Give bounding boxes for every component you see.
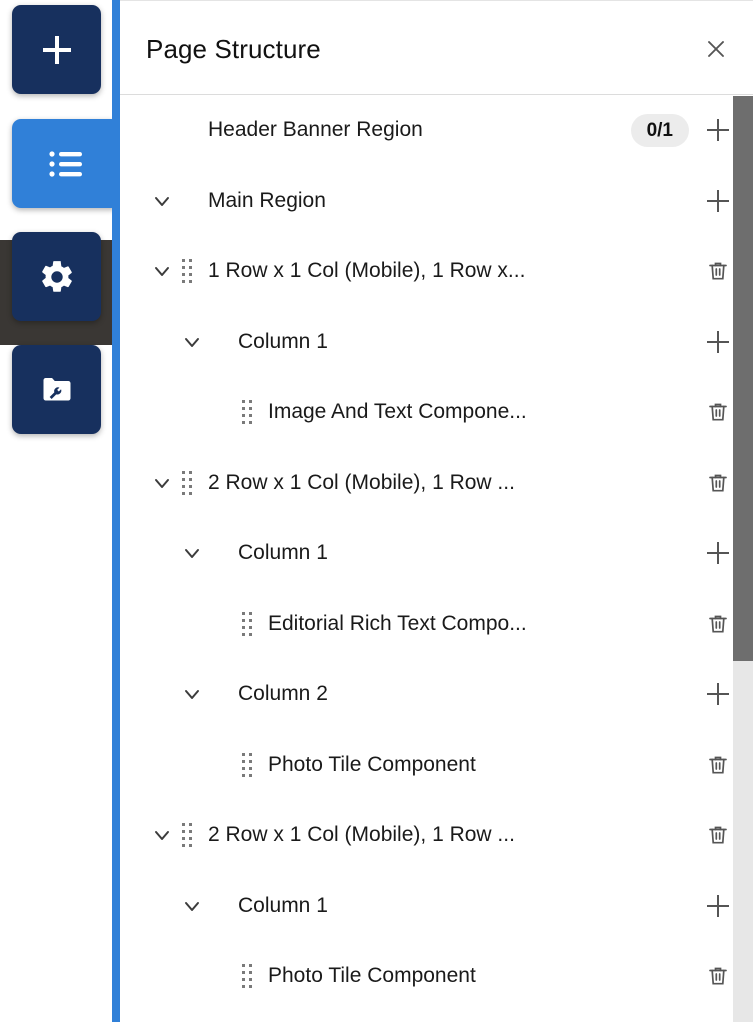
rail-divider bbox=[112, 0, 120, 1022]
tree-row-label: Column 2 bbox=[238, 682, 328, 706]
page-title: Page Structure bbox=[146, 34, 321, 64]
panel-scrollbar-track[interactable] bbox=[733, 96, 753, 1022]
page-structure-panel: Page Structure Header Banner Region 0/1 Ma… bbox=[120, 0, 753, 1022]
add-child-button[interactable] bbox=[701, 325, 735, 359]
tree-row[interactable]: 2 Row x 1 Col (Mobile), 1 Row ... bbox=[120, 800, 753, 871]
tree-row-label: 2 Row x 1 Col (Mobile), 1 Row ... bbox=[208, 470, 515, 494]
close-button[interactable] bbox=[702, 37, 730, 65]
add-child-button[interactable] bbox=[701, 889, 735, 923]
tree-row[interactable]: Main Region bbox=[120, 166, 753, 237]
chevron-down-icon[interactable] bbox=[148, 821, 176, 849]
add-child-button[interactable] bbox=[701, 677, 735, 711]
delete-button[interactable] bbox=[701, 466, 735, 500]
close-icon bbox=[704, 37, 728, 66]
status-badge: 0/1 bbox=[630, 113, 689, 147]
panel-header: Page Structure bbox=[120, 1, 753, 95]
add-button[interactable] bbox=[12, 5, 101, 94]
chevron-down-icon[interactable] bbox=[178, 539, 206, 567]
tree-row-label: Column 1 bbox=[238, 329, 328, 353]
add-child-button[interactable] bbox=[701, 113, 735, 147]
drag-handle-icon[interactable] bbox=[176, 821, 198, 849]
tree-row[interactable]: Column 1 bbox=[120, 871, 753, 942]
delete-button[interactable] bbox=[701, 607, 735, 641]
tree-row-label: Editorial Rich Text Compo... bbox=[268, 611, 527, 635]
tree-row-label: 2 Row x 1 Col (Mobile), 1 Row ... bbox=[208, 823, 515, 847]
chevron-down-icon[interactable] bbox=[148, 257, 176, 285]
tree-row[interactable]: 1 Row x 1 Col (Mobile), 1 Row x... bbox=[120, 236, 753, 307]
chevron-down-icon[interactable] bbox=[148, 469, 176, 497]
tree-row[interactable]: Header Banner Region 0/1 bbox=[120, 95, 753, 166]
delete-button[interactable] bbox=[701, 395, 735, 429]
left-toolbar-rail bbox=[0, 0, 120, 1022]
chevron-down-icon[interactable] bbox=[148, 187, 176, 215]
drag-handle-icon[interactable] bbox=[236, 398, 258, 426]
tree-row-label: Image And Text Compone... bbox=[268, 400, 527, 424]
delete-button[interactable] bbox=[701, 959, 735, 993]
gear-icon bbox=[38, 258, 76, 296]
tree-row[interactable]: Photo Tile Component bbox=[120, 941, 753, 1012]
structure-button[interactable] bbox=[12, 119, 120, 208]
tree-row-label: Column 1 bbox=[238, 541, 328, 565]
drag-handle-icon[interactable] bbox=[236, 751, 258, 779]
tree-row-label: Header Banner Region bbox=[208, 118, 423, 142]
drag-handle-icon[interactable] bbox=[236, 962, 258, 990]
delete-button[interactable] bbox=[701, 254, 735, 288]
assets-button[interactable] bbox=[12, 345, 101, 434]
chevron-down-icon[interactable] bbox=[178, 328, 206, 356]
folder-wrench-icon bbox=[39, 372, 75, 408]
tree-row[interactable]: Photo Tile Component bbox=[120, 730, 753, 801]
tree-row[interactable]: 2 Row x 1 Col (Mobile), 1 Row ... bbox=[120, 448, 753, 519]
tree-row[interactable]: Column 1 bbox=[120, 307, 753, 378]
delete-button[interactable] bbox=[701, 748, 735, 782]
settings-button[interactable] bbox=[12, 232, 101, 321]
tree-row-label: Main Region bbox=[208, 188, 326, 212]
tree-row[interactable]: Column 1 bbox=[120, 518, 753, 589]
drag-handle-icon[interactable] bbox=[176, 257, 198, 285]
drag-handle-icon[interactable] bbox=[176, 469, 198, 497]
tree-row-label: 1 Row x 1 Col (Mobile), 1 Row x... bbox=[208, 259, 526, 283]
plus-icon bbox=[37, 30, 77, 70]
tree-row-label: Photo Tile Component bbox=[268, 752, 476, 776]
chevron-down-icon[interactable] bbox=[178, 680, 206, 708]
chevron-down-icon[interactable] bbox=[178, 892, 206, 920]
tree-row[interactable]: Image And Text Compone... bbox=[120, 377, 753, 448]
tree-row[interactable]: Editorial Rich Text Compo... bbox=[120, 589, 753, 660]
tree-row-label: Column 1 bbox=[238, 893, 328, 917]
add-child-button[interactable] bbox=[701, 184, 735, 218]
tree-row[interactable]: Column 2 bbox=[120, 659, 753, 730]
list-icon bbox=[48, 149, 84, 179]
add-child-button[interactable] bbox=[701, 536, 735, 570]
tree-row-label: Photo Tile Component bbox=[268, 964, 476, 988]
delete-button[interactable] bbox=[701, 818, 735, 852]
panel-scrollbar-thumb[interactable] bbox=[733, 96, 753, 661]
page-structure-tree: Header Banner Region 0/1 Main Region 1 Row … bbox=[120, 95, 753, 1022]
drag-handle-icon[interactable] bbox=[236, 610, 258, 638]
